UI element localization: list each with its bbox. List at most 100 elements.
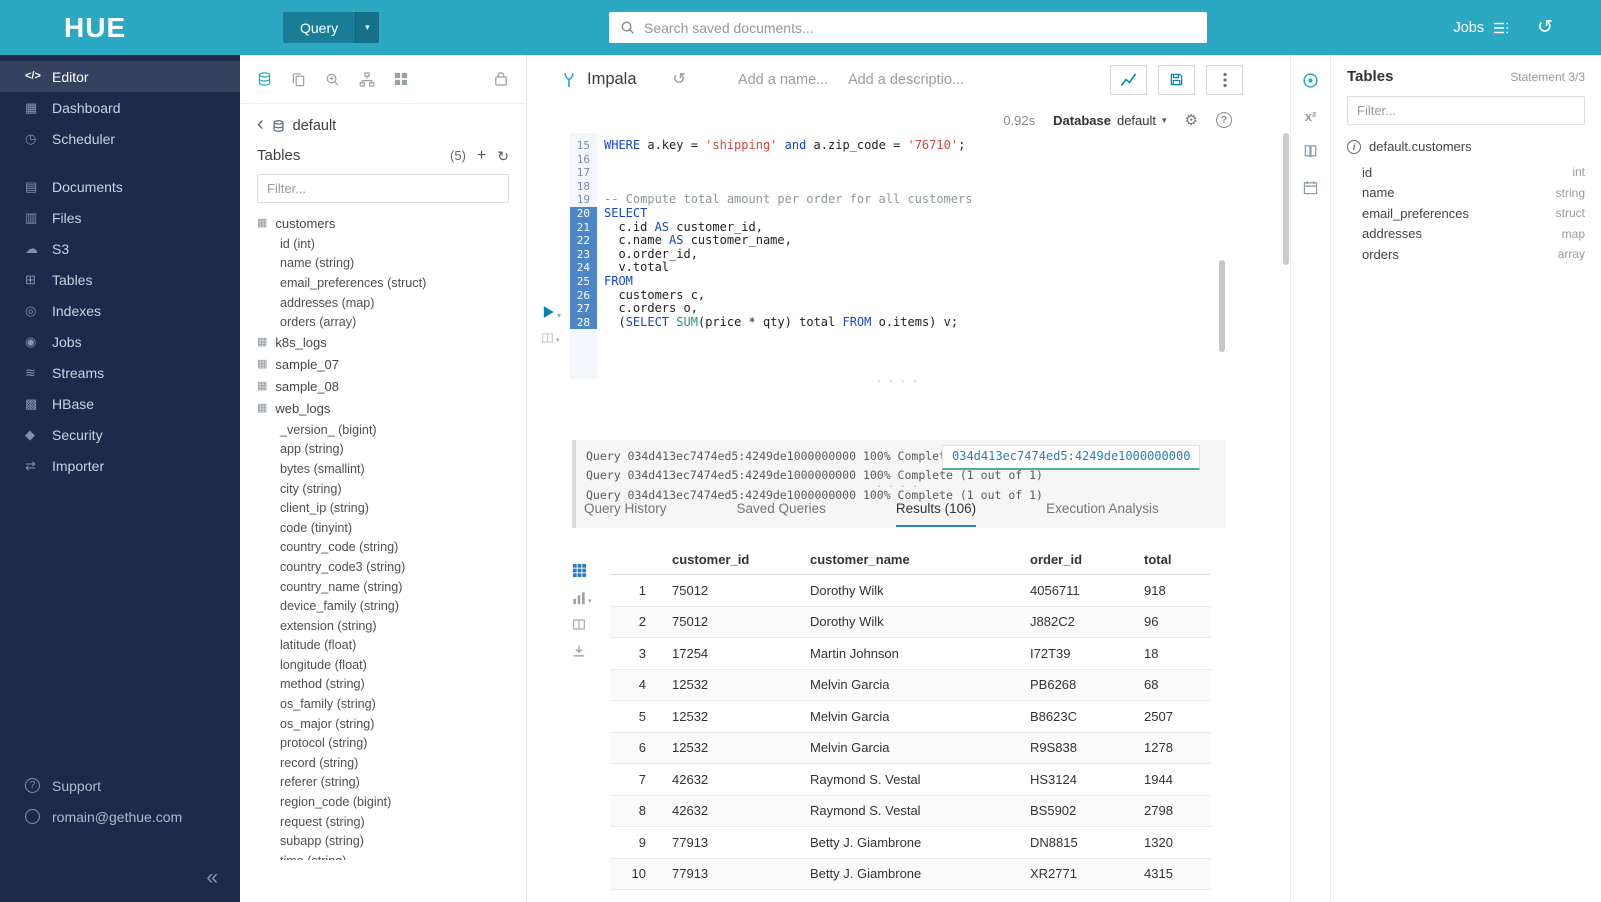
editor-scrollbar-thumb[interactable] [1219, 260, 1225, 352]
language-reference-icon[interactable] [1303, 144, 1318, 159]
resize-handle-bottom[interactable] [570, 482, 1226, 491]
tree-column[interactable]: app (string) [257, 440, 509, 460]
results-row[interactable]: 512532Melvin GarciaB8623C2507 [610, 701, 1211, 733]
job-id-field[interactable]: 034d413ec7474ed5:4249de1000000000 [942, 445, 1200, 470]
tree-column[interactable]: subapp (string) [257, 831, 509, 851]
grid-view-icon[interactable] [572, 563, 587, 578]
active-table-row[interactable]: default.customers [1347, 139, 1585, 154]
tree-column[interactable]: country_code (string) [257, 538, 509, 558]
sidebar-item-security[interactable]: ◆Security [0, 419, 240, 450]
columns-browser-icon[interactable] [572, 618, 586, 631]
hue-logo[interactable]: HUE [0, 12, 240, 44]
tree-column[interactable]: code (tinyint) [257, 518, 509, 538]
tree-column[interactable]: longitude (float) [257, 655, 509, 675]
tree-table-web-logs[interactable]: ▦web_logs [257, 398, 509, 420]
sidebar-item-hbase[interactable]: ▩HBase [0, 388, 240, 419]
tree-column[interactable]: addresses (map) [257, 293, 509, 313]
main-scrollbar-thumb[interactable] [1283, 133, 1289, 265]
more-actions-button[interactable] [1206, 65, 1243, 95]
back-chevron-icon[interactable] [257, 114, 264, 134]
query-name-input[interactable] [738, 72, 834, 88]
chart-button[interactable] [1110, 65, 1147, 95]
tree-column[interactable]: request (string) [257, 812, 509, 832]
sidebar-item-dashboard[interactable]: ▦Dashboard [0, 92, 240, 123]
tree-table-sample-07[interactable]: ▦sample_07 [257, 354, 509, 376]
results-row[interactable]: 842632Raymond S. VestalBS59022798 [610, 796, 1211, 828]
results-row[interactable]: 317254Martin JohnsonI72T3918 [610, 638, 1211, 670]
results-row[interactable]: 977913Betty J. GiambroneDN88151320 [610, 827, 1211, 859]
bag-icon[interactable] [493, 71, 509, 87]
tree-column[interactable]: os_major (string) [257, 714, 509, 734]
sidebar-item-editor[interactable]: </>Editor [0, 61, 240, 92]
caret-down-icon[interactable] [588, 598, 592, 605]
table-filter-input[interactable] [257, 174, 509, 203]
tree-column[interactable]: country_code3 (string) [257, 557, 509, 577]
tree-column[interactable]: latitude (float) [257, 636, 509, 656]
chart-view-icon[interactable] [572, 591, 586, 605]
search-input[interactable] [644, 20, 1196, 36]
results-row[interactable]: 412532Melvin GarciaPB626868 [610, 670, 1211, 702]
refresh-tables-icon[interactable] [497, 149, 509, 163]
database-selector[interactable]: Database default [1053, 113, 1166, 128]
tree-column[interactable]: client_ip (string) [257, 498, 509, 518]
tree-column[interactable]: region_code (bigint) [257, 792, 509, 812]
query-caret-icon[interactable] [355, 12, 379, 43]
apps-grid-icon[interactable] [394, 72, 408, 86]
sidebar-item-importer[interactable]: ⇄Importer [0, 450, 240, 481]
info-icon[interactable] [1347, 140, 1361, 154]
database-breadcrumb[interactable]: default [293, 118, 337, 134]
execute-options-caret[interactable] [557, 312, 561, 320]
tree-table-sample-08[interactable]: ▦sample_08 [257, 376, 509, 398]
documents-copy-icon[interactable] [291, 72, 306, 87]
tab-execution-analysis[interactable]: Execution Analysis [1046, 501, 1159, 527]
tree-table-k8s-logs[interactable]: ▦k8s_logs [257, 332, 509, 354]
tab-query-history[interactable]: Query History [584, 501, 667, 527]
sitemap-icon[interactable] [359, 72, 375, 87]
jobs-link[interactable]: Jobs [1453, 20, 1509, 36]
editor-format-icon[interactable] [541, 332, 560, 344]
tree-column[interactable]: protocol (string) [257, 733, 509, 753]
results-row[interactable]: 175012Dorothy Wilk4056711918 [610, 575, 1211, 607]
sidebar-item-scheduler[interactable]: ◷Scheduler [0, 123, 240, 154]
right-column-name[interactable]: namestring [1347, 183, 1585, 204]
tree-column[interactable]: country_name (string) [257, 577, 509, 597]
sidebar-item-documents[interactable]: ▤Documents [0, 171, 240, 202]
right-column-orders[interactable]: ordersarray [1347, 244, 1585, 265]
tree-column[interactable]: email_preferences (struct) [257, 273, 509, 293]
tree-column[interactable]: extension (string) [257, 616, 509, 636]
editor-help-icon[interactable] [1216, 112, 1232, 128]
sidebar-item-files[interactable]: ▥Files [0, 202, 240, 233]
query-history-panel-icon[interactable] [1537, 18, 1553, 37]
save-button[interactable] [1158, 65, 1195, 95]
results-row[interactable]: 612532Melvin GarciaR9S8381278 [610, 733, 1211, 765]
gear-icon[interactable] [1185, 113, 1198, 128]
sidebar-item-support[interactable]: Support [0, 770, 240, 801]
execute-button[interactable] [541, 304, 561, 320]
right-filter-input[interactable] [1347, 96, 1585, 125]
tree-column[interactable]: name (string) [257, 254, 509, 274]
results-row[interactable]: 275012Dorothy WilkJ882C296 [610, 607, 1211, 639]
engine-selector[interactable]: Impala [560, 70, 637, 89]
right-column-addresses[interactable]: addressesmap [1347, 224, 1585, 245]
tree-column[interactable]: orders (array) [257, 312, 509, 332]
sessions-calendar-icon[interactable] [1303, 180, 1318, 195]
sidebar-item-s3[interactable]: ☁S3 [0, 233, 240, 264]
tree-column[interactable]: bytes (smallint) [257, 459, 509, 479]
code-editor[interactable]: 1516171819202122232425262728 WHERE a.key… [570, 133, 1226, 379]
tab-results-106[interactable]: Results (106) [896, 501, 976, 527]
tree-column[interactable]: referer (string) [257, 773, 509, 793]
snippet-history-icon[interactable] [673, 72, 686, 88]
add-table-icon[interactable] [477, 148, 486, 164]
right-column-email-preferences[interactable]: email_preferencesstruct [1347, 203, 1585, 224]
tab-saved-queries[interactable]: Saved Queries [737, 501, 826, 527]
tree-column[interactable]: method (string) [257, 675, 509, 695]
results-row[interactable]: 1077913Betty J. GiambroneXR27714315 [610, 859, 1211, 891]
tree-column[interactable]: _version_ (bigint) [257, 420, 509, 440]
tree-column[interactable]: record (string) [257, 753, 509, 773]
tree-column[interactable]: device_family (string) [257, 596, 509, 616]
tree-column[interactable]: time (string) [257, 851, 509, 860]
functions-icon[interactable] [1305, 110, 1317, 123]
results-row[interactable]: 742632Raymond S. VestalHS31241944 [610, 764, 1211, 796]
download-icon[interactable] [572, 644, 586, 658]
tree-column[interactable]: city (string) [257, 479, 509, 499]
